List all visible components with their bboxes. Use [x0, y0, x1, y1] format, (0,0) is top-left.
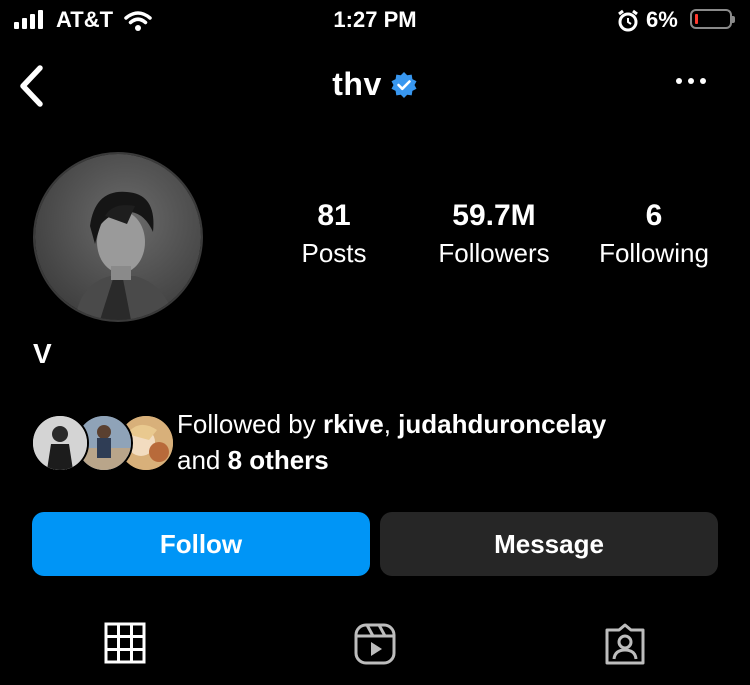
- stat-label: Posts: [301, 238, 367, 268]
- stat-followers[interactable]: 59.7M Followers: [419, 198, 569, 272]
- followed-by-prefix: Followed by: [177, 409, 323, 439]
- grid-icon: [104, 622, 146, 664]
- follow-button[interactable]: Follow: [32, 512, 370, 576]
- profile-avatar[interactable]: [33, 152, 203, 322]
- more-horizontal-icon: [676, 78, 682, 84]
- stat-label: Following: [599, 238, 709, 268]
- mutual-user-link[interactable]: rkive: [323, 409, 384, 439]
- display-name: V: [33, 338, 52, 369]
- profile-handle: thv: [332, 66, 382, 102]
- stat-label: Followers: [438, 238, 550, 268]
- stat-posts[interactable]: 81 Posts: [274, 198, 394, 272]
- followed-by-text[interactable]: Followed by rkive, judahduroncelay and 8…: [177, 406, 606, 478]
- stat-value: 81: [317, 199, 351, 232]
- reels-icon: [354, 623, 396, 665]
- alarm-icon: [616, 9, 640, 38]
- mutual-user-link[interactable]: judahduroncelay: [398, 409, 606, 439]
- tab-tagged[interactable]: [603, 622, 647, 666]
- mutual-others-link[interactable]: 8 others: [228, 445, 329, 475]
- battery-level: [695, 14, 698, 24]
- mutual-avatar: [31, 414, 89, 472]
- tab-reels[interactable]: [353, 622, 397, 666]
- tab-grid[interactable]: [104, 622, 148, 666]
- verified-badge-icon: [391, 71, 417, 98]
- battery-percent: 6%: [646, 7, 678, 32]
- stat-following[interactable]: 6 Following: [584, 198, 724, 272]
- message-button[interactable]: Message: [380, 512, 718, 576]
- tagged-icon: [605, 623, 645, 665]
- battery-icon: [690, 9, 735, 29]
- more-options-button[interactable]: [676, 78, 706, 84]
- stat-value: 6: [645, 199, 663, 232]
- profile-header: thv: [0, 66, 750, 103]
- mutual-followers-avatars[interactable]: [31, 414, 175, 472]
- status-bar: AT&T 1:27 PM 6%: [0, 0, 750, 42]
- stat-value: 59.7M: [452, 199, 536, 232]
- avatar-photo: [35, 154, 201, 320]
